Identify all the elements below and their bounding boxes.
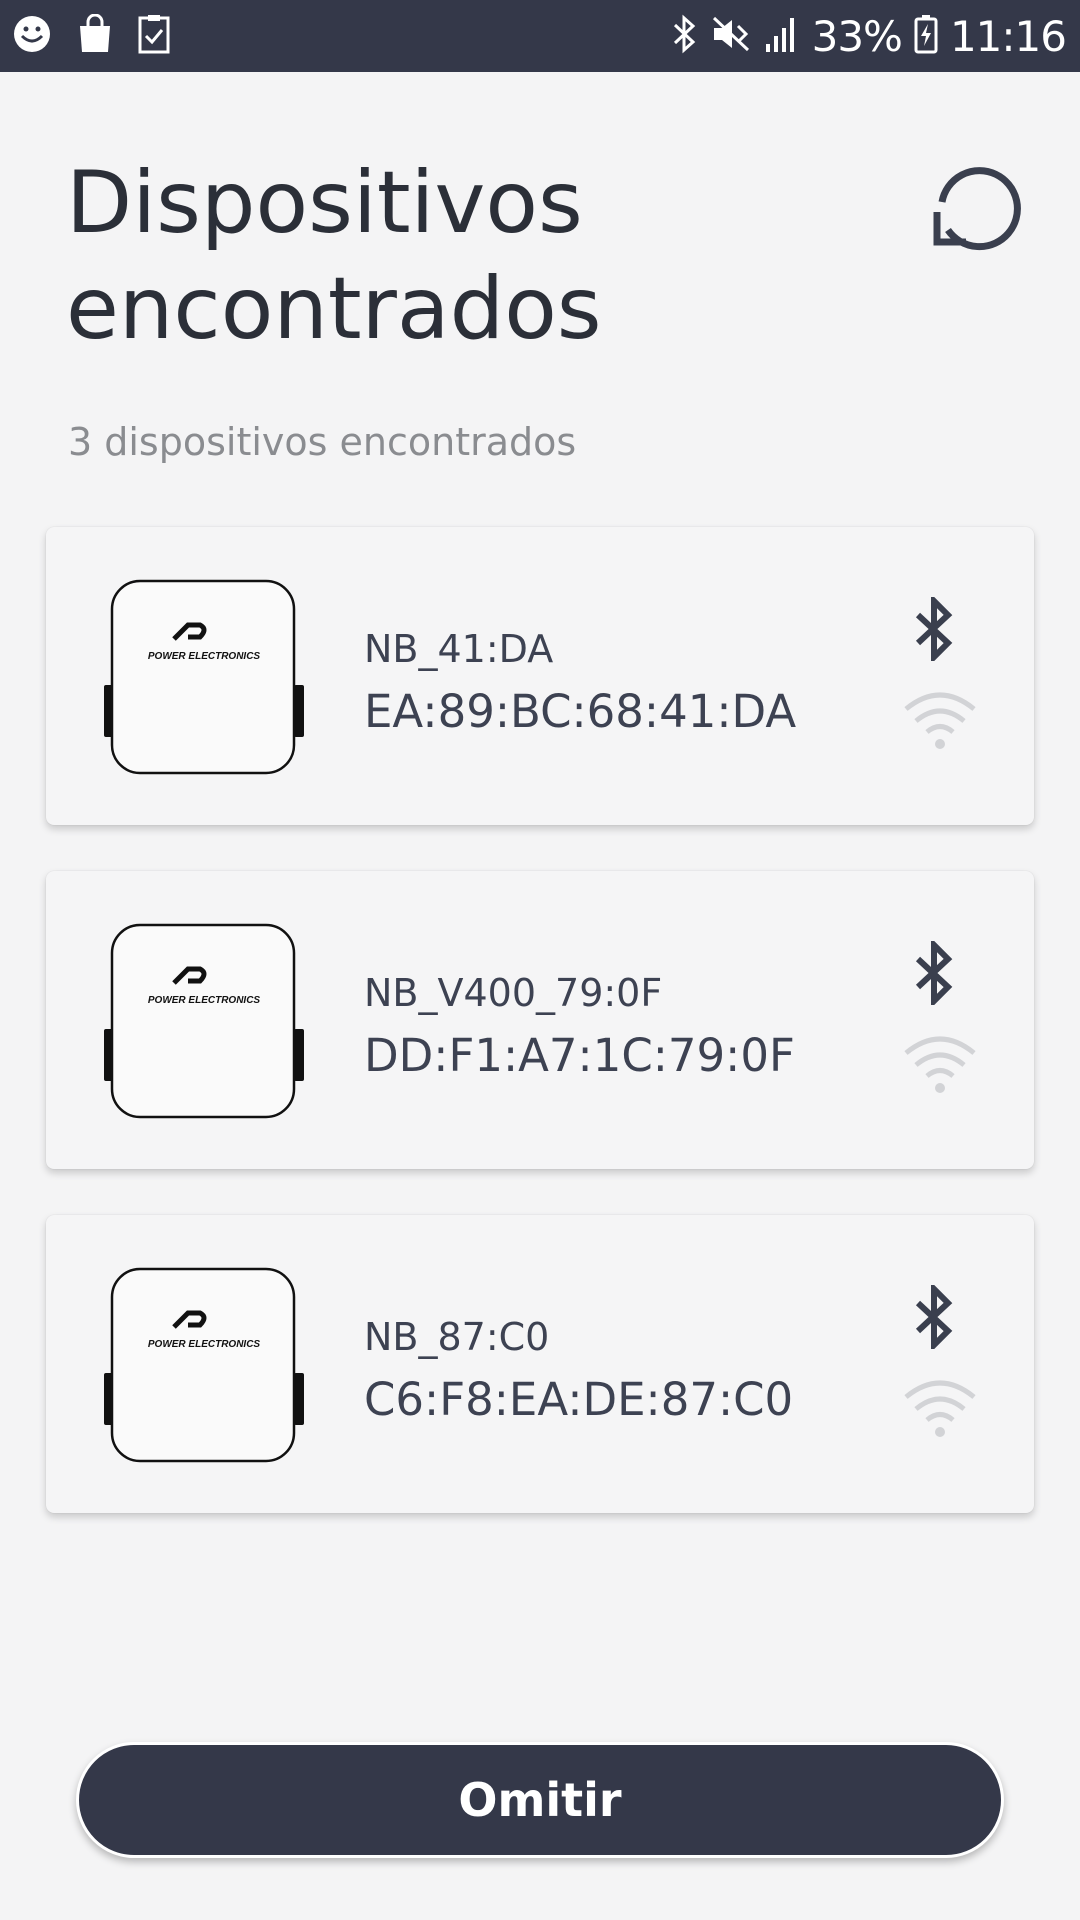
device-image: POWER ELECTRONICS xyxy=(104,923,304,1119)
device-name: NB_V400_79:0F xyxy=(364,971,663,1015)
device-card[interactable]: POWER ELECTRONICS NB_87:C0 C6:F8:EA:DE:8… xyxy=(46,1215,1034,1513)
svg-text:POWER ELECTRONICS: POWER ELECTRONICS xyxy=(148,995,261,1006)
device-name: NB_87:C0 xyxy=(364,1315,550,1359)
status-bar-right: 33% 11:16 xyxy=(672,8,1067,64)
device-card[interactable]: POWER ELECTRONICS NB_V400_79:0F DD:F1:A7… xyxy=(46,871,1034,1169)
bluetooth-icon xyxy=(914,1281,954,1353)
refresh-button[interactable] xyxy=(926,160,1026,260)
device-image: POWER ELECTRONICS xyxy=(104,579,304,775)
omit-button[interactable]: Omitir xyxy=(76,1742,1004,1858)
wifi-signal-icon xyxy=(902,1375,978,1439)
shopping-bag-icon xyxy=(76,13,114,59)
mute-vibrate-icon xyxy=(710,14,752,59)
clock: 11:16 xyxy=(949,11,1067,61)
svg-text:POWER ELECTRONICS: POWER ELECTRONICS xyxy=(148,651,261,662)
battery-charging-icon xyxy=(914,14,938,59)
page-title: Dispositivos encontrados xyxy=(66,153,602,359)
status-bar: 33% 11:16 xyxy=(0,0,1080,72)
wifi-signal-icon xyxy=(902,687,978,751)
bluetooth-icon xyxy=(914,937,954,1009)
bluetooth-status-icon xyxy=(672,14,698,59)
clipboard-check-icon xyxy=(138,14,170,59)
smiley-icon xyxy=(12,14,52,59)
device-name: NB_41:DA xyxy=(364,627,554,671)
devices-count: 3 dispositivos encontrados xyxy=(68,420,577,464)
refresh-icon xyxy=(933,167,1021,251)
signal-icon xyxy=(764,14,800,59)
device-mac-address: EA:89:BC:68:41:DA xyxy=(364,685,797,738)
wifi-signal-icon xyxy=(902,1031,978,1095)
device-card[interactable]: POWER ELECTRONICS NB_41:DA EA:89:BC:68:4… xyxy=(46,527,1034,825)
svg-text:POWER ELECTRONICS: POWER ELECTRONICS xyxy=(148,1339,261,1350)
device-image: POWER ELECTRONICS xyxy=(104,1267,304,1463)
battery-percent: 33% xyxy=(811,11,903,61)
status-bar-left xyxy=(12,13,170,59)
bluetooth-icon xyxy=(914,593,954,665)
device-mac-address: C6:F8:EA:DE:87:C0 xyxy=(364,1373,794,1426)
device-mac-address: DD:F1:A7:1C:79:0F xyxy=(364,1029,795,1082)
